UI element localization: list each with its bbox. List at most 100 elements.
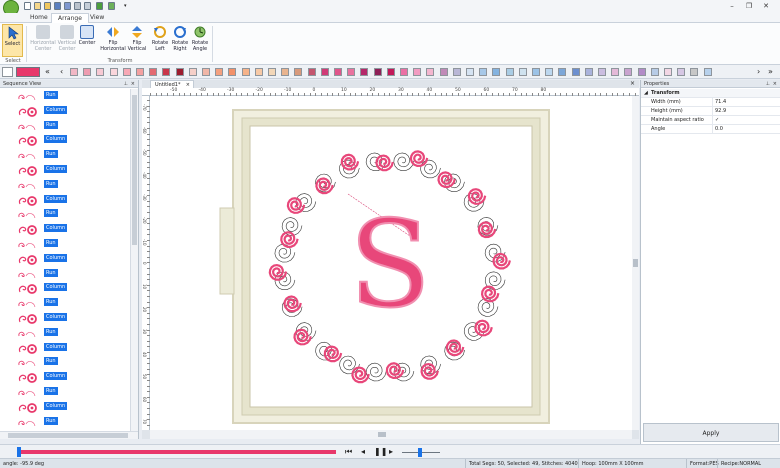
property-value[interactable]: 71.4 [712,98,780,107]
rotate-left-button[interactable]: Rotate Left [150,24,170,57]
color-swatch[interactable] [307,68,316,76]
property-row[interactable]: Width (mm) 71.4 [641,98,780,107]
sequence-scroll-thumb[interactable] [132,95,137,245]
tab-view[interactable]: View [84,13,110,23]
palette-prev-icon[interactable]: ‹ [60,67,63,76]
step-forward-icon[interactable]: ▸ [389,447,393,456]
select-button[interactable]: Select [2,24,23,57]
property-row[interactable]: Height (mm) 92.9 [641,107,780,116]
color-swatch[interactable] [466,68,474,76]
export-icon[interactable] [84,2,91,10]
list-item[interactable]: Column [0,341,128,356]
color-swatch[interactable] [413,68,422,76]
center-button[interactable]: Center [78,24,96,57]
pause-icon[interactable]: ❚❚ [374,447,387,456]
property-row[interactable]: Maintain aspect ratio ✓ [641,116,780,125]
design-canvas[interactable]: S [150,96,632,430]
document-tab[interactable]: Untitled1* × [150,80,194,88]
save-icon[interactable] [54,2,61,10]
color-swatch[interactable] [650,68,659,76]
color-swatch[interactable] [175,68,184,76]
properties-section-transform[interactable]: ◢ Transform [641,89,780,98]
list-item[interactable]: Column [0,252,128,267]
color-swatch[interactable] [70,68,78,76]
pin-icon[interactable]: ⊥ [766,80,770,88]
panel-close-icon[interactable]: × [773,80,777,88]
color-swatch[interactable] [637,68,646,76]
color-swatch[interactable] [492,68,501,76]
color-swatch[interactable] [373,68,382,76]
flip-horizontal-button[interactable]: Flip Horizontal [100,24,126,57]
panel-close-icon[interactable]: × [131,80,135,88]
list-item[interactable]: Run [0,267,128,282]
sequence-hscrollbar[interactable] [0,431,138,439]
list-item[interactable]: Run [0,415,128,430]
open-file-icon[interactable] [34,2,41,10]
list-item[interactable]: Run [0,326,128,341]
color-swatch[interactable] [228,68,237,76]
open-folder-icon[interactable] [44,2,51,10]
list-item[interactable]: Column [0,281,128,296]
apply-button[interactable]: Apply [643,423,779,442]
color-swatch[interactable] [96,68,105,76]
color-swatch[interactable] [347,68,356,76]
color-swatch[interactable] [360,68,369,76]
color-swatch[interactable] [386,68,395,76]
document-close-icon[interactable]: × [630,80,635,87]
list-item[interactable]: Run [0,296,128,311]
palette-menu-icon[interactable] [2,67,13,77]
color-swatch[interactable] [624,68,633,76]
list-item[interactable]: Run [0,385,128,400]
color-swatch[interactable] [439,68,448,76]
color-swatch[interactable] [571,68,580,76]
horizontal-center-button[interactable]: Horizontal Center [30,24,56,57]
new-file-icon[interactable] [24,2,31,10]
color-swatch[interactable] [664,68,672,76]
list-item[interactable]: Run [0,237,128,252]
settings-icon[interactable] [108,2,115,10]
canvas-vscrollbar[interactable] [632,96,639,430]
list-item[interactable]: Column [0,133,128,148]
save-as-icon[interactable] [64,2,71,10]
pin-icon[interactable]: ⊥ [124,80,128,88]
quick-access-dropdown-icon[interactable]: ▾ [124,3,127,9]
color-swatch[interactable] [426,68,435,76]
canvas-hscroll-thumb[interactable] [378,432,386,437]
color-swatch[interactable] [188,68,197,76]
list-item[interactable]: Column [0,370,128,385]
list-item[interactable]: Run [0,119,128,134]
sequence-scrollbar[interactable] [130,89,138,431]
stitch-progress-handle[interactable] [17,447,21,457]
color-swatch[interactable] [505,68,514,76]
speed-slider-handle[interactable] [418,448,422,457]
rotate-right-button[interactable]: Rotate Right [170,24,190,57]
list-item[interactable]: Column [0,400,128,415]
list-item[interactable]: Run [0,355,128,370]
color-swatch[interactable] [611,68,620,76]
color-swatch[interactable] [281,68,290,76]
color-swatch[interactable] [268,68,276,76]
color-swatch[interactable] [109,68,118,76]
list-item[interactable]: Column [0,222,128,237]
color-swatch[interactable] [83,68,92,76]
color-swatch[interactable] [162,68,171,76]
list-item[interactable]: Run [0,148,128,163]
color-swatch[interactable] [598,68,606,76]
color-swatch[interactable] [254,68,263,76]
color-swatch[interactable] [518,68,527,76]
stitch-progress-track[interactable] [18,450,336,454]
color-swatch[interactable] [479,68,488,76]
step-back-icon[interactable]: ◂ [361,447,365,456]
palette-scroll-left-icon[interactable]: « [45,67,50,76]
list-item[interactable]: Run [0,89,128,104]
color-swatch[interactable] [294,68,303,76]
vertical-center-button[interactable]: Vertical Center [56,24,78,57]
minimize-button[interactable]: – [726,1,738,11]
monogram-letter[interactable]: S [348,195,432,336]
color-swatch[interactable] [677,68,686,76]
palette-next-icon[interactable]: › [757,67,760,76]
list-item[interactable]: Run [0,207,128,222]
property-value[interactable]: ✓ [712,116,780,125]
color-swatch[interactable] [241,68,250,76]
color-swatch[interactable] [400,68,408,76]
